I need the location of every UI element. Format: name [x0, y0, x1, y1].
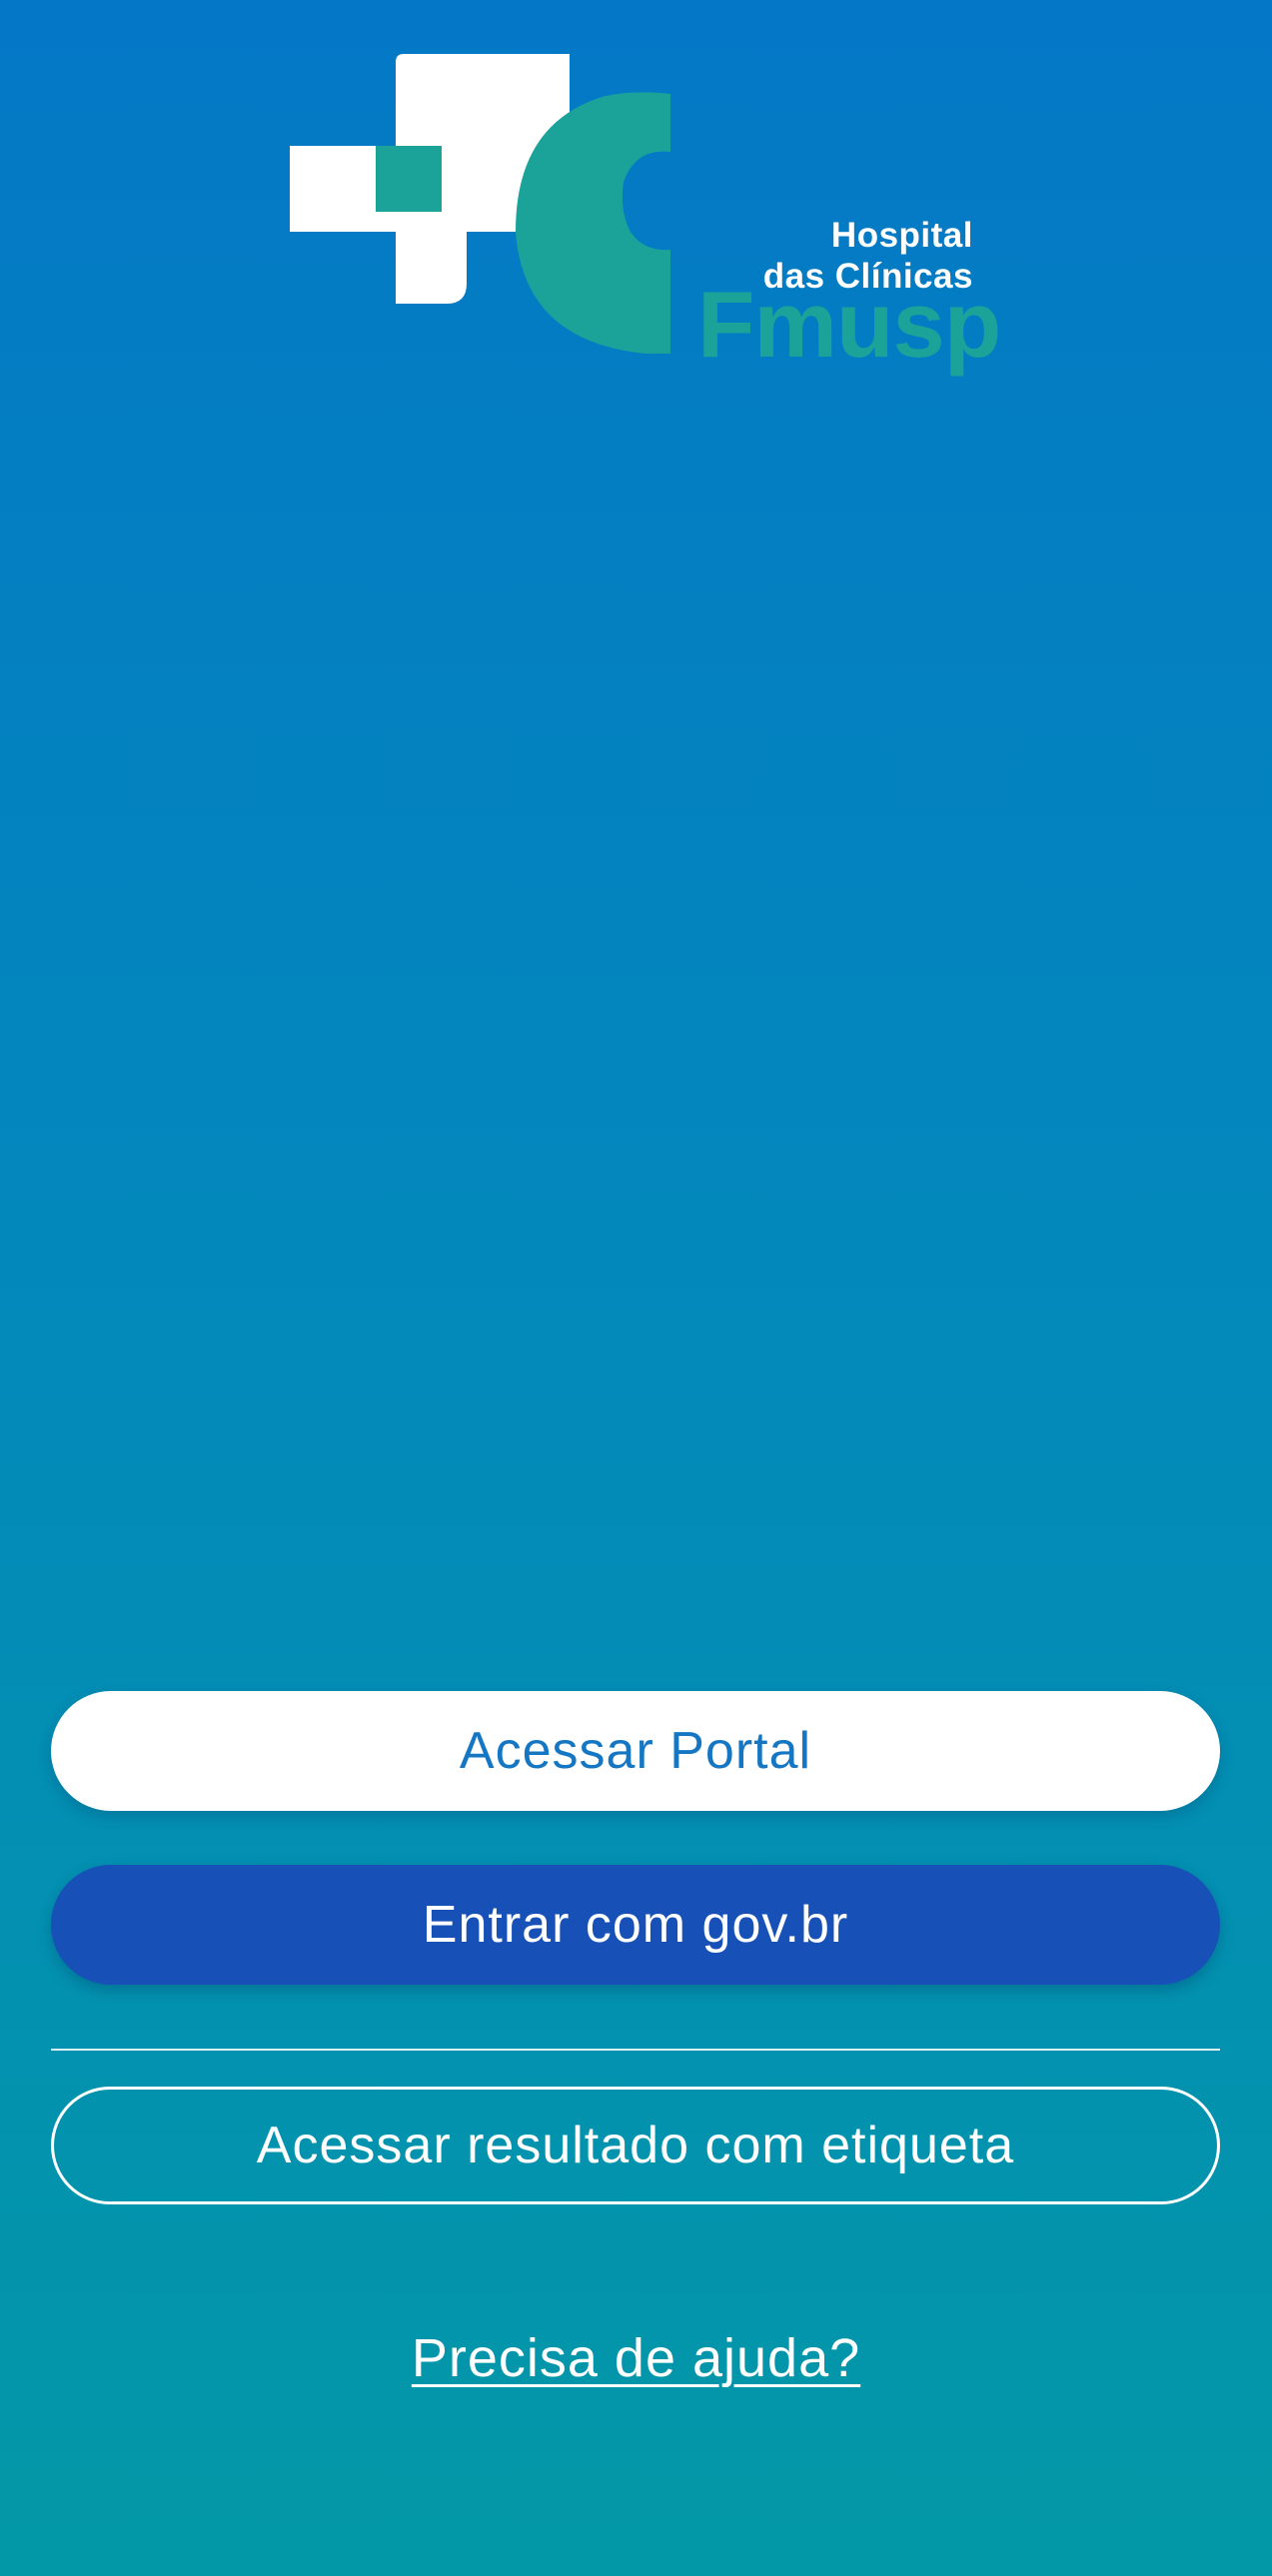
logo-hospital-text: Hospital	[830, 216, 973, 255]
hc-fmusp-logo: Hospital das Clínicas Fmusp	[286, 52, 1001, 382]
logo-fmusp-text: Fmusp	[697, 272, 1001, 377]
logo-center-square	[376, 146, 442, 212]
access-portal-button[interactable]: Acessar Portal	[51, 1691, 1220, 1811]
divider	[51, 2049, 1220, 2051]
govbr-login-button[interactable]: Entrar com gov.br	[51, 1865, 1220, 1985]
access-result-label-button[interactable]: Acessar resultado com etiqueta	[51, 2087, 1220, 2204]
help-link[interactable]: Precisa de ajuda?	[0, 2327, 1272, 2389]
